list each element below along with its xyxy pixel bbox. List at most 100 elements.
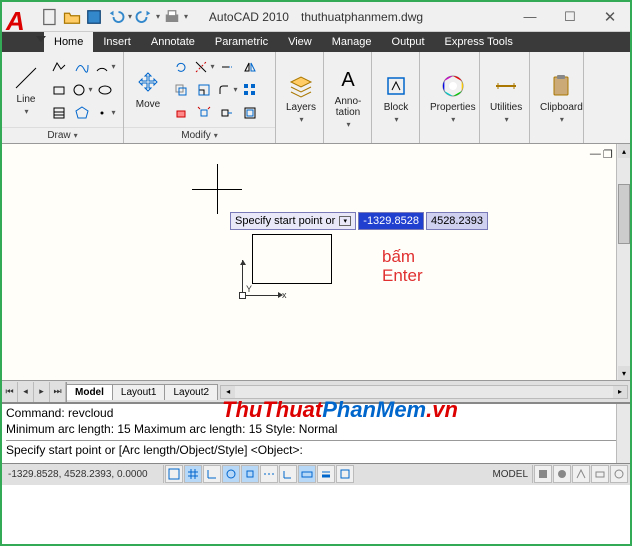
ducs-toggle[interactable] [279, 465, 297, 483]
mirror-button[interactable] [239, 56, 261, 78]
horizontal-scrollbar[interactable]: ◂ ▸ [220, 385, 628, 399]
layout-first-button[interactable]: ⏮ [2, 382, 18, 402]
viewport-minimize-icon[interactable]: — [590, 148, 601, 161]
tab-insert[interactable]: Insert [93, 32, 141, 52]
qat-undo-icon[interactable] [106, 7, 126, 27]
lwt-toggle[interactable] [317, 465, 335, 483]
qat-save-icon[interactable] [84, 7, 104, 27]
scroll-up-button[interactable]: ▴ [618, 144, 630, 158]
fillet-button[interactable]: ▾ [216, 79, 238, 101]
tab-output[interactable]: Output [382, 32, 435, 52]
tab-annotate[interactable]: Annotate [141, 32, 205, 52]
layout-next-button[interactable]: ▸ [34, 382, 50, 402]
rotate-button[interactable] [170, 56, 192, 78]
tab-manage[interactable]: Manage [322, 32, 382, 52]
qat-customize-icon[interactable]: ▾ [184, 12, 188, 21]
spline-button[interactable] [71, 56, 93, 78]
status-btn-3[interactable] [572, 465, 590, 483]
tab-home[interactable]: Home [44, 32, 93, 52]
layout-prev-button[interactable]: ◂ [18, 382, 34, 402]
window-controls: — ☐ ✕ [510, 3, 630, 31]
array-button[interactable] [239, 79, 261, 101]
qat-undo-dropdown-icon[interactable]: ▾ [128, 12, 132, 21]
qat-open-icon[interactable] [62, 7, 82, 27]
scale-button[interactable] [193, 79, 215, 101]
move-button[interactable]: Move [128, 67, 168, 112]
dynamic-y-input[interactable]: 4528.2393 [426, 212, 488, 230]
offset-button[interactable] [239, 102, 261, 124]
status-btn-5[interactable] [610, 465, 628, 483]
layout-tab-bar: ⏮ ◂ ▸ ⏭ Model Layout1 Layout2 ◂ ▸ [2, 380, 630, 402]
properties-button[interactable]: Properties▾ [424, 70, 482, 126]
explode-button[interactable] [193, 102, 215, 124]
qat-new-icon[interactable] [40, 7, 60, 27]
status-btn-2[interactable] [553, 465, 571, 483]
command-window[interactable]: Command: revcloud Minimum arc length: 15… [2, 402, 630, 463]
dyn-toggle[interactable] [298, 465, 316, 483]
annotation-button[interactable]: A Anno- tation▾ [328, 64, 368, 131]
maximize-button[interactable]: ☐ [550, 3, 590, 31]
hatch-button[interactable] [48, 102, 70, 124]
rectangle-button[interactable] [48, 79, 70, 101]
panel-annotation: A Anno- tation▾ [324, 52, 372, 143]
ortho-toggle[interactable] [203, 465, 221, 483]
panel-title-draw[interactable]: Draw ▾ [2, 127, 123, 143]
app-menu-button[interactable]: A [6, 6, 40, 40]
status-btn-4[interactable] [591, 465, 609, 483]
clipboard-button[interactable]: Clipboard▾ [534, 70, 589, 126]
dynamic-options-icon[interactable]: ▾ [339, 216, 351, 226]
status-model-label[interactable]: MODEL [488, 465, 533, 483]
scroll-thumb[interactable] [618, 184, 630, 244]
status-btn-1[interactable] [534, 465, 552, 483]
tab-parametric[interactable]: Parametric [205, 32, 278, 52]
circle-button[interactable]: ▾ [71, 79, 93, 101]
utilities-button[interactable]: Utilities▾ [484, 70, 528, 126]
dynamic-x-input[interactable]: -1329.8528 [358, 212, 424, 230]
qat-redo-icon[interactable] [134, 7, 154, 27]
line-button[interactable]: Line ▾ [6, 62, 46, 118]
snap-toggle[interactable] [165, 465, 183, 483]
block-button[interactable]: Block▾ [376, 70, 416, 126]
layout-last-button[interactable]: ⏭ [50, 382, 66, 402]
osnap-toggle[interactable] [241, 465, 259, 483]
status-coordinates[interactable]: -1329.8528, 4528.2393, 0.0000 [4, 465, 164, 483]
vertical-scrollbar[interactable]: ▴ ▾ [616, 144, 630, 380]
drawing-canvas[interactable]: — ❐ ✕ Specify start point or ▾ -1329.852… [2, 144, 630, 380]
dropdown-arrow-icon [36, 36, 46, 42]
polyline-button[interactable] [48, 56, 70, 78]
layers-button[interactable]: Layers▾ [280, 70, 322, 126]
layout-tab-layout1[interactable]: Layout1 [112, 384, 166, 400]
polar-toggle[interactable] [222, 465, 240, 483]
qat-print-icon[interactable] [162, 7, 182, 27]
qat-redo-dropdown-icon[interactable]: ▾ [156, 12, 160, 21]
erase-button[interactable] [170, 102, 192, 124]
utilities-label: Utilities [490, 102, 522, 113]
panel-title-modify[interactable]: Modify ▾ [124, 127, 275, 143]
ellipse-button[interactable] [94, 79, 116, 101]
layers-label: Layers [286, 102, 316, 113]
otrack-toggle[interactable] [260, 465, 278, 483]
arc-button[interactable]: ▾ [94, 56, 116, 78]
panel-block: Block▾ [372, 52, 420, 143]
layout-tab-layout2[interactable]: Layout2 [164, 384, 218, 400]
trim-button[interactable]: ▾ [193, 56, 215, 78]
tab-view[interactable]: View [278, 32, 322, 52]
close-button[interactable]: ✕ [590, 3, 630, 31]
extend-button[interactable] [216, 56, 238, 78]
tab-express-tools[interactable]: Express Tools [435, 32, 523, 52]
layout-tab-model[interactable]: Model [66, 384, 113, 400]
scroll-left-button[interactable]: ◂ [221, 386, 235, 398]
polygon-button[interactable] [71, 102, 93, 124]
minimize-button[interactable]: — [510, 3, 550, 31]
viewport-restore-icon[interactable]: ❐ [603, 148, 613, 161]
qp-toggle[interactable] [336, 465, 354, 483]
crosshair-vertical [217, 164, 218, 214]
copy-button[interactable] [170, 79, 192, 101]
point-button[interactable]: ▾ [94, 102, 116, 124]
stretch-button[interactable] [216, 102, 238, 124]
scroll-down-button[interactable]: ▾ [618, 366, 630, 380]
scroll-right-button[interactable]: ▸ [613, 386, 627, 398]
grid-toggle[interactable] [184, 465, 202, 483]
command-scrollbar[interactable] [616, 404, 630, 463]
command-input[interactable]: Specify start point or [Arc length/Objec… [6, 440, 626, 461]
